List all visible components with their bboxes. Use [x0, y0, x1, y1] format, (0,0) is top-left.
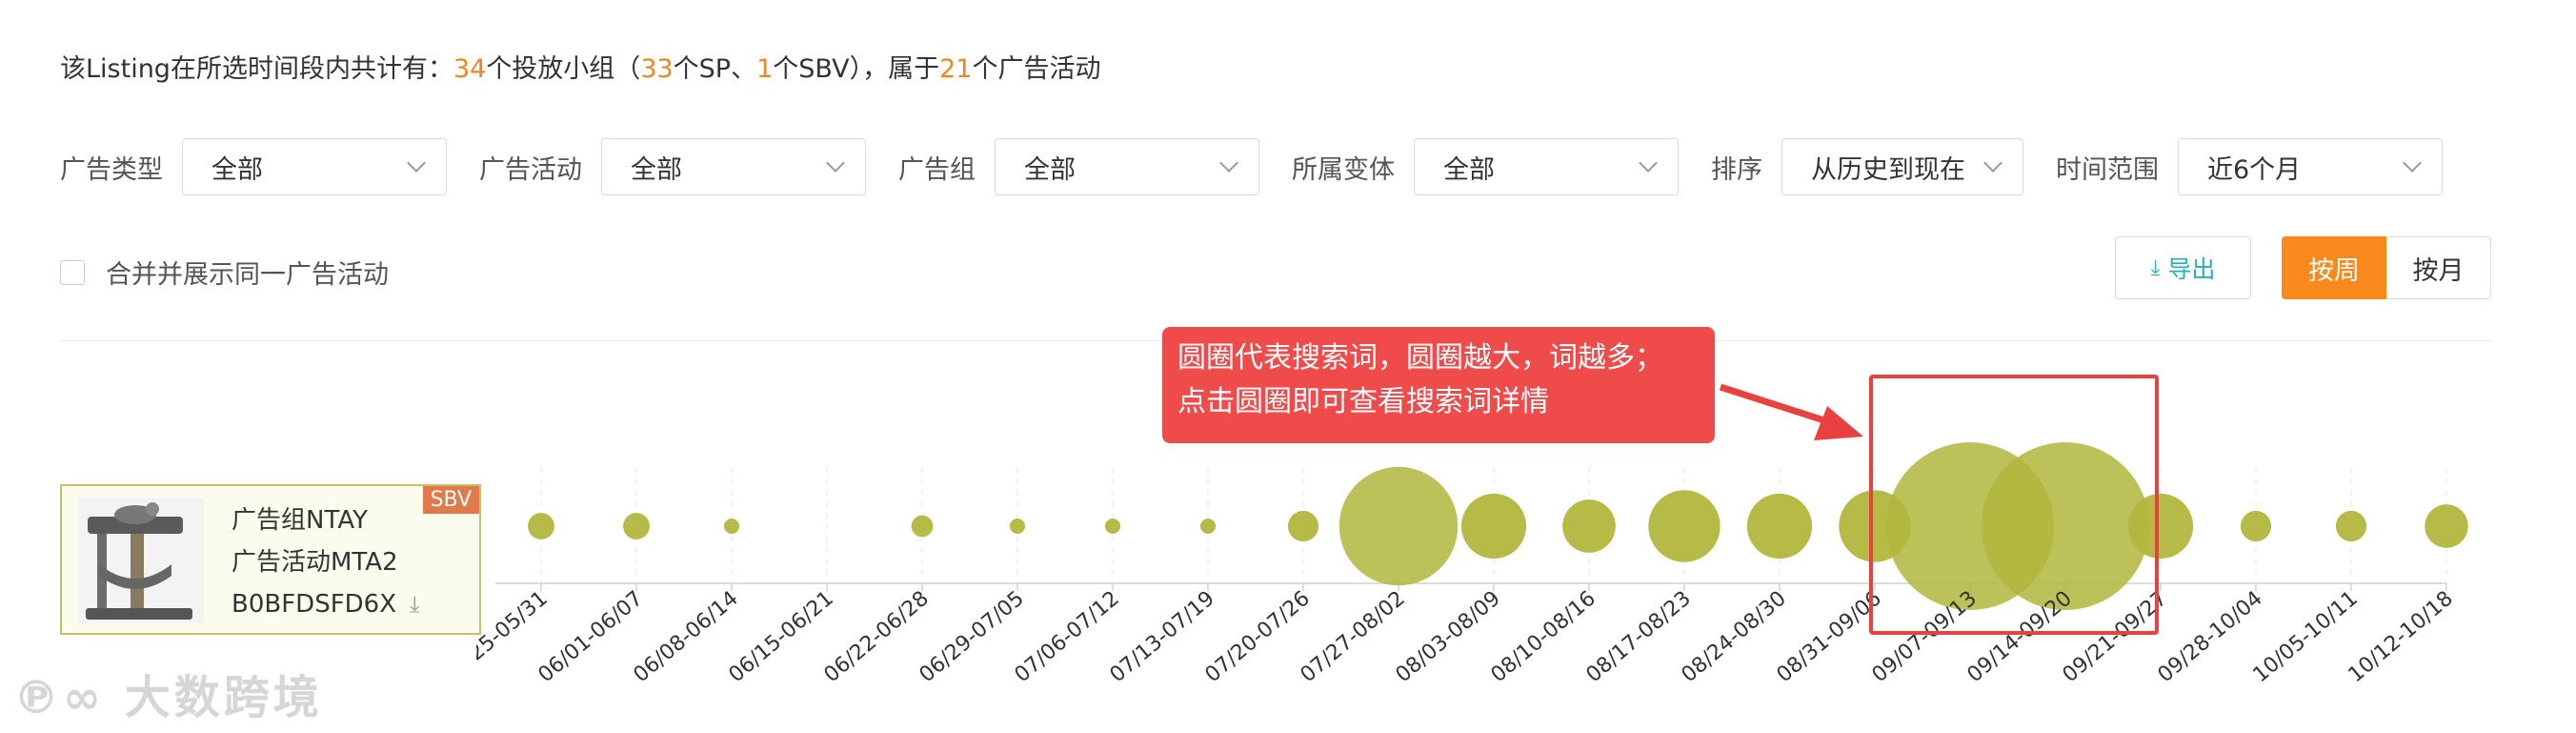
ad-group-name: 广告组NTAY [231, 506, 368, 535]
filter-label-time-range: 时间范围 [2056, 154, 2159, 185]
time-range-value: 近6个月 [2207, 154, 2302, 185]
summary-prefix: 该Listing在所选时间段内共计有： [60, 54, 453, 84]
by-week-button[interactable]: 按周 [2282, 236, 2386, 299]
watermark-text: 大数跨境 [124, 671, 323, 724]
x-tick-label: 06/08-06/14 [630, 586, 743, 687]
search-term-bubble[interactable] [1009, 518, 1026, 535]
search-term-bubble[interactable] [1104, 518, 1121, 535]
search-term-bubble-chart: 05/25-05/3106/01-06/0706/08-06/1406/15-0… [476, 442, 2468, 687]
search-term-bubble[interactable] [1199, 518, 1217, 535]
search-term-bubble[interactable] [1460, 493, 1527, 560]
x-tick-label: 08/03-08/09 [1392, 586, 1505, 687]
search-term-bubble[interactable] [723, 518, 740, 535]
search-term-bubble[interactable] [623, 513, 650, 540]
search-term-bubble[interactable] [1562, 499, 1616, 553]
callout-tooltip: 圆圈代表搜索词，圆圈越大，词越多； 点击圆圈即可查看搜索词详情 [1162, 327, 1715, 443]
x-tick-label: 07/13-07/19 [1106, 586, 1219, 687]
campaign-select[interactable]: 全部 [601, 138, 866, 195]
x-tick-label: 10/05-10/11 [2249, 586, 2363, 687]
variant-value: 全部 [1443, 154, 1495, 185]
time-range-select[interactable]: 近6个月 [2178, 138, 2443, 195]
by-month-button[interactable]: 按月 [2386, 236, 2491, 299]
sp-count: 33 [640, 54, 674, 84]
search-term-bubble[interactable] [1338, 466, 1459, 586]
merge-option[interactable]: 合并并展示同一广告活动 [60, 254, 389, 291]
x-tick-label: 08/24-08/30 [1678, 586, 1791, 687]
filter-label-sort: 排序 [1711, 154, 1762, 185]
x-tick-label: 06/29-07/05 [916, 586, 1029, 687]
x-tick-label: 07/06-07/12 [1011, 586, 1124, 687]
export-button[interactable]: ⤓ 导出 [2115, 236, 2251, 299]
summary-suffix: 个广告活动 [972, 54, 1101, 84]
campaign-name: 广告活动MTA2 [231, 548, 398, 577]
x-tick-label: 06/01-06/07 [534, 586, 648, 687]
product-image [78, 498, 204, 623]
asin-row: B0BFDSFD6X ⤓ [231, 583, 420, 625]
filter-label-ad-group: 广告组 [898, 154, 976, 185]
ad-group-select[interactable]: 全部 [995, 138, 1259, 195]
x-tick-label: 06/22-06/28 [820, 586, 934, 687]
summary-text: 该Listing在所选时间段内共计有：34个投放小组（33个SP、1个SBV），… [60, 48, 1100, 85]
chevron-down-icon [407, 153, 426, 173]
chevron-down-icon [1639, 153, 1658, 173]
highlight-box [1869, 375, 2159, 635]
ad-group-value: 全部 [1024, 154, 1076, 185]
sbv-badge: SBV [422, 486, 479, 514]
download-icon[interactable]: ⤓ [410, 583, 420, 625]
search-term-bubble[interactable] [1648, 490, 1721, 562]
export-label: 导出 [2167, 255, 2216, 283]
card-details: 广告组NTAY 广告活动MTA2 B0BFDSFD6X ⤓ [231, 499, 420, 625]
search-term-bubble[interactable] [911, 515, 934, 538]
view-toggle: 按周 按月 [2282, 236, 2491, 299]
group-count: 34 [453, 54, 487, 84]
campaign-value: 全部 [631, 154, 682, 185]
search-term-bubble[interactable] [1746, 493, 1813, 560]
variant-select[interactable]: 全部 [1414, 138, 1679, 195]
x-tick-label: 08/10-08/16 [1487, 586, 1600, 687]
watermark-mark: ℗∞ [13, 671, 105, 724]
summary-mid3: 个SBV），属于 [773, 54, 940, 84]
x-tick-label: 07/27-08/02 [1297, 586, 1410, 687]
x-tick-label: 08/17-08/23 [1582, 586, 1696, 687]
merge-checkbox[interactable] [60, 259, 85, 285]
ad-group-card[interactable]: 广告组NTAY 广告活动MTA2 B0BFDSFD6X ⤓ SBV [60, 484, 481, 635]
asin: B0BFDSFD6X [231, 590, 397, 619]
x-tick-label: 09/28-10/04 [2154, 586, 2267, 687]
filter-bar: 广告类型 全部 广告活动 全部 广告组 全部 所属变体 全部 排序 从历史到现在… [60, 137, 2443, 196]
merge-label: 合并并展示同一广告活动 [106, 260, 389, 290]
search-term-bubble[interactable] [2425, 504, 2468, 548]
summary-mid2: 个SP、 [673, 54, 757, 84]
watermark-logo: ℗∞ 大数跨境 [13, 660, 323, 726]
filter-label-variant: 所属变体 [1292, 154, 1395, 185]
chevron-down-icon [1983, 153, 2002, 173]
campaign-count: 21 [939, 54, 973, 84]
chevron-down-icon [826, 153, 845, 173]
ad-type-select[interactable]: 全部 [182, 138, 447, 195]
filter-label-ad-type: 广告类型 [60, 154, 163, 185]
filter-label-campaign: 广告活动 [479, 154, 582, 185]
chevron-down-icon [1219, 153, 1238, 173]
search-term-bubble[interactable] [1287, 510, 1319, 542]
sort-select[interactable]: 从历史到现在 [1781, 138, 2023, 195]
callout-line-1: 圆圈代表搜索词，圆圈越大，词越多； [1177, 341, 1663, 375]
search-term-bubble[interactable] [2240, 510, 2272, 542]
download-icon: ⤓ [2150, 255, 2161, 280]
x-tick-label: 10/12-10/18 [2345, 586, 2458, 687]
x-tick-label: 06/15-06/21 [725, 586, 838, 687]
chevron-down-icon [2403, 153, 2422, 173]
summary-mid1: 个投放小组（ [486, 54, 641, 84]
callout-line-2: 点击圆圈即可查看搜索词详情 [1177, 385, 1549, 418]
sbv-count: 1 [756, 54, 774, 84]
search-term-bubble[interactable] [2335, 510, 2367, 542]
sort-value: 从历史到现在 [1811, 154, 1965, 185]
ad-type-value: 全部 [211, 154, 263, 185]
x-tick-label: 07/20-07/26 [1201, 586, 1315, 687]
search-term-bubble[interactable] [528, 513, 554, 540]
